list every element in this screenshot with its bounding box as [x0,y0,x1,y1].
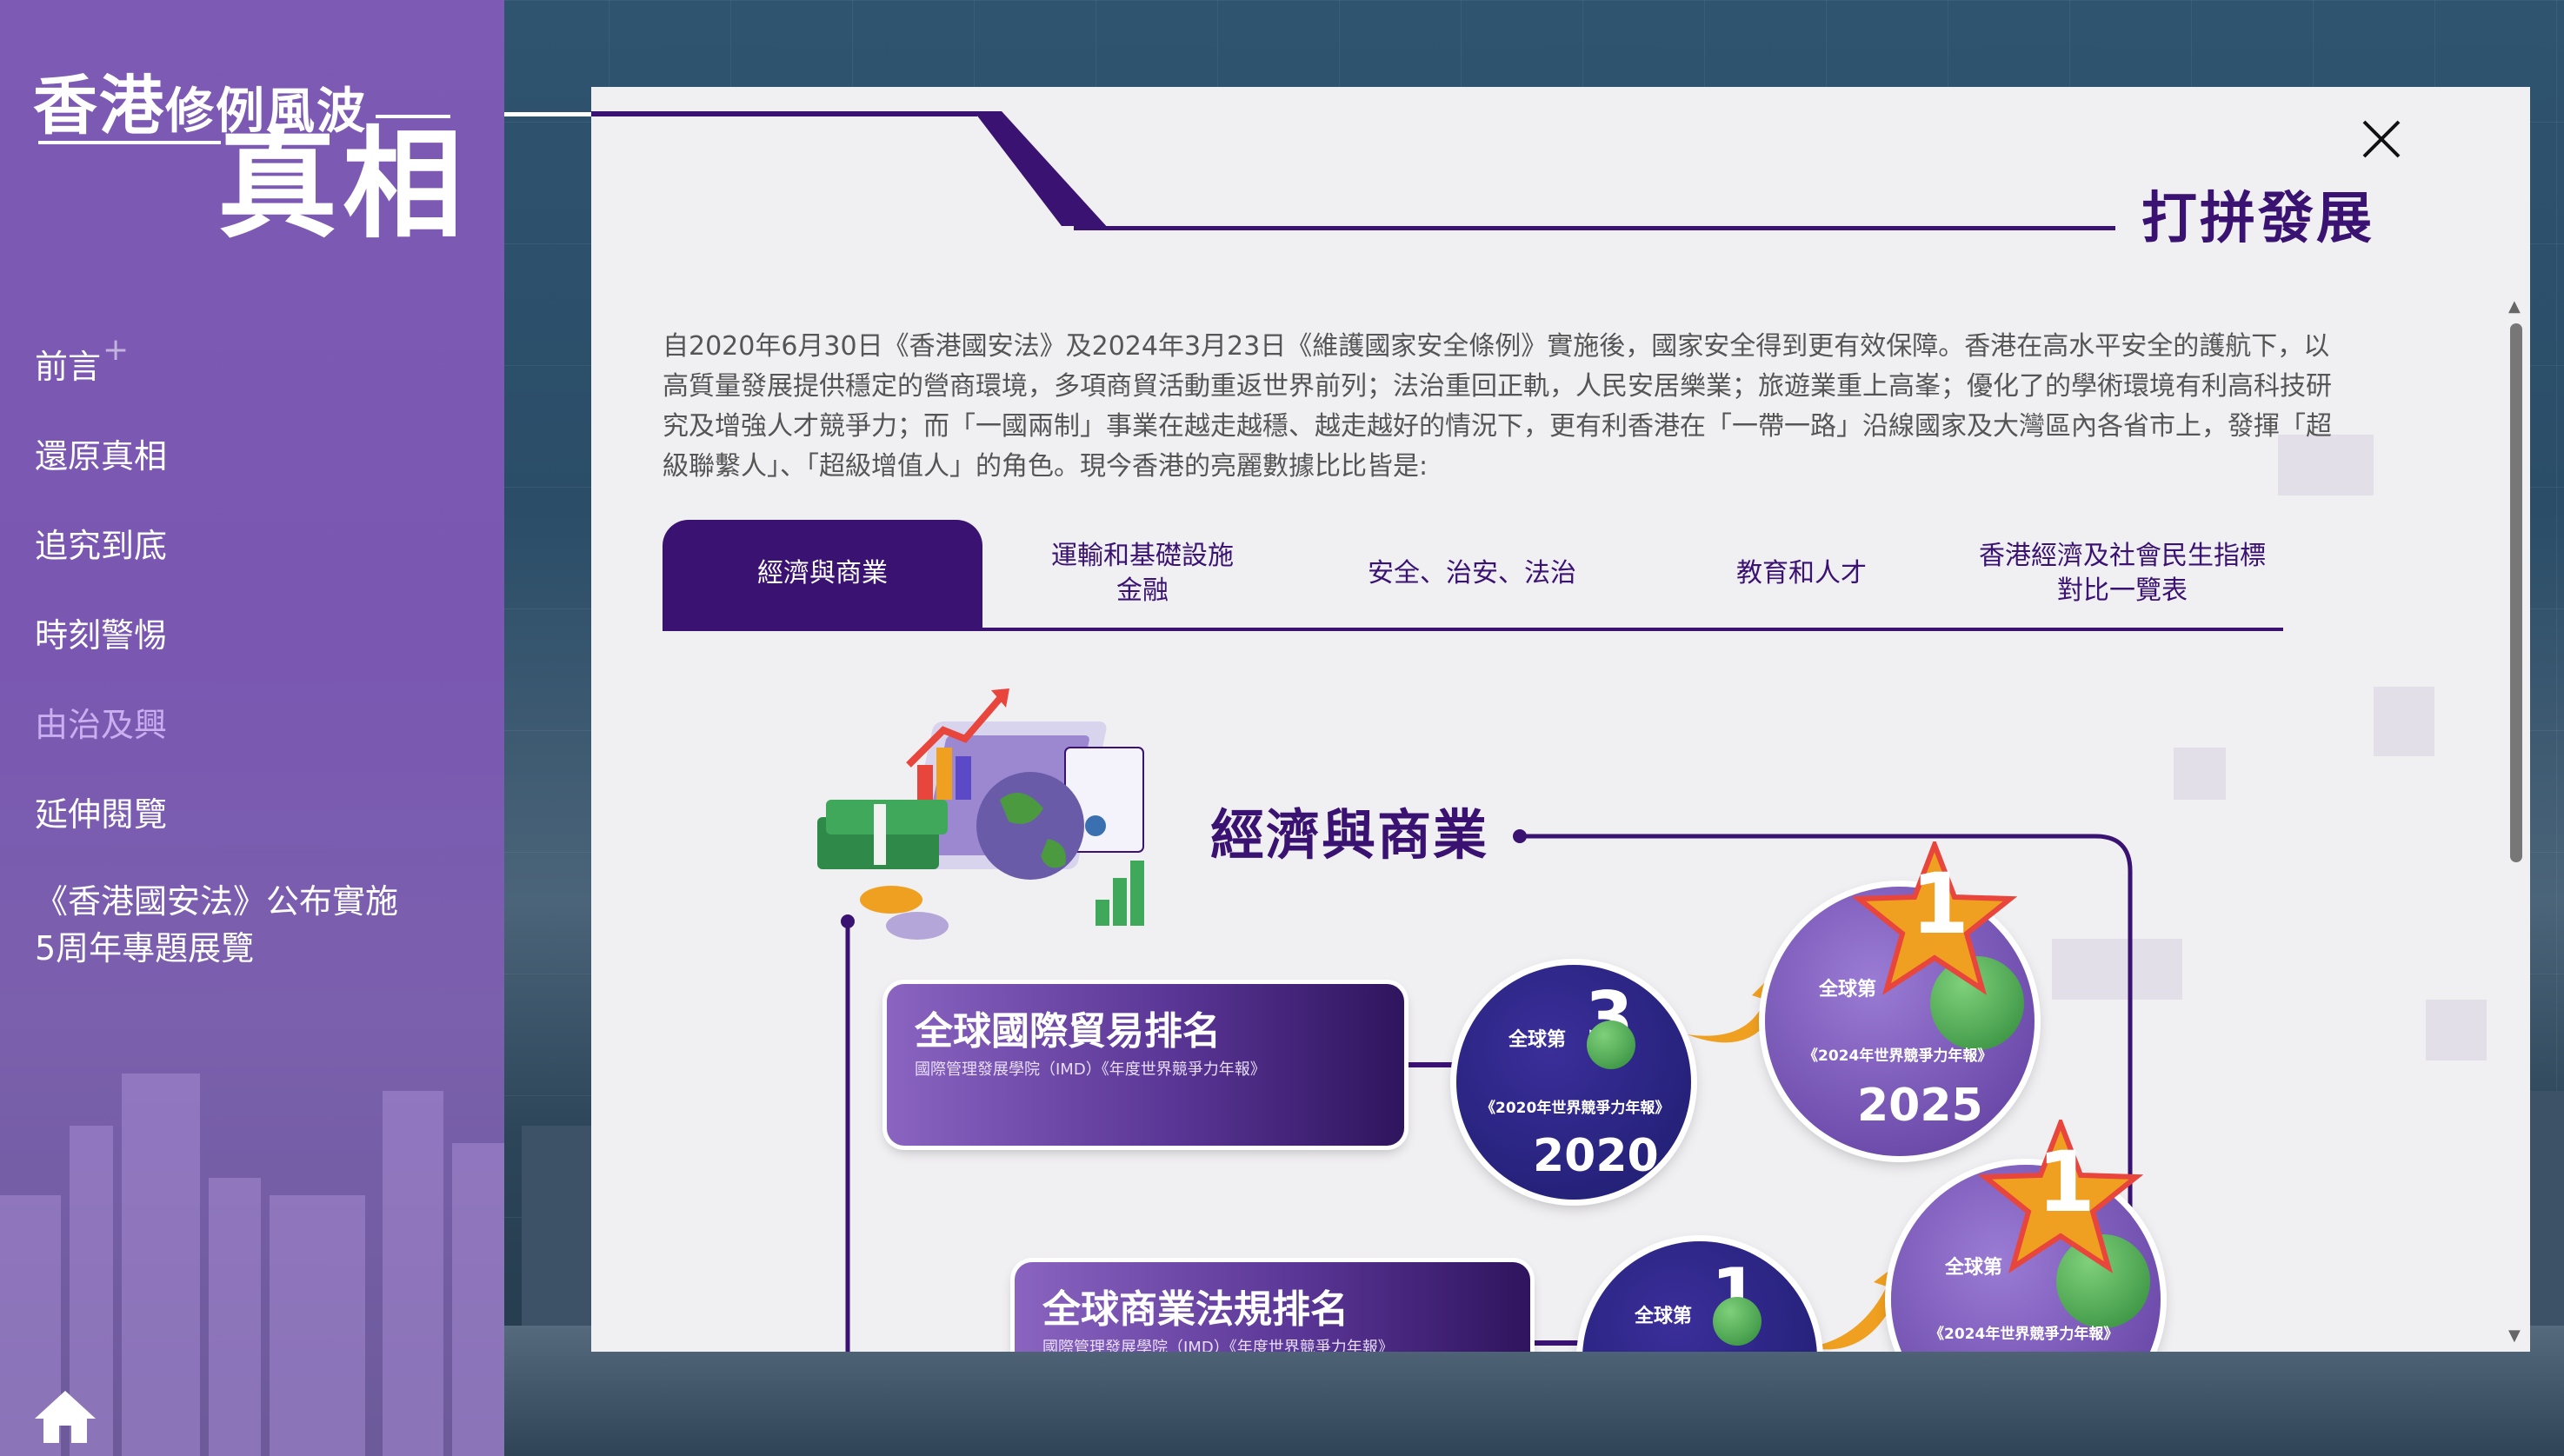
nav-item-exhibition-line2: 5周年專題展覽 [35,929,255,967]
title-decor-line [1074,226,2115,230]
section-title: 經濟與商業 [1210,803,1489,867]
ranking-source: 國際管理發展學院（IMD）《年度世界競爭力年報》 [915,1060,1266,1079]
rank-year: 2020 [1533,1130,1659,1182]
main-nav: 前言 還原真相 追究到底 時刻警惕 由治及興 延伸閱覽 《香港國安法》公布實施 … [35,341,487,972]
nav-item-truth[interactable]: 還原真相 [35,430,487,520]
tab-indicators[interactable]: 香港經濟及社會民生指標 對比一覽表 [1961,520,2283,628]
rank-report: 《2024年世界競爭力年報》 [1929,1326,2119,1343]
logo-line2: 真相 [217,115,469,255]
scroll-up-icon[interactable]: ▲ [2508,297,2521,316]
ranking-title: 全球商業法規排名 [1042,1287,1349,1332]
modal-title: 打拼發展 [2141,187,2374,251]
modal-scrollbar[interactable]: ▲ ▼ [2504,297,2527,1345]
star-rank-number: 1 [2037,1134,2095,1231]
decor-block [2426,1000,2487,1060]
scroll-down-icon[interactable]: ▼ [2508,1326,2521,1345]
nav-item-prosperity[interactable]: 由治及興 [35,699,487,788]
nav-item-extended-reading[interactable]: 延伸閱覽 [35,788,487,878]
nav-item-foreword[interactable]: 前言 [35,341,487,430]
ranking-title: 全球國際貿易排名 [915,1009,1221,1054]
economy-infographic: 經濟與商業 全球國際貿易排名 國際管理發展學院（IMD）《年度世界競爭力年報》 … [809,678,2374,1352]
category-tabs: 經濟與商業 運輸和基礎設施 金融 安全、治安、法治 教育和人才 香港經濟及社會民… [663,520,2283,631]
connector-line [504,112,593,116]
nav-item-accountability[interactable]: 追究到底 [35,520,487,609]
content-modal: 打拼發展 自2020年6月30日《香港國安法》及2024年3月23日《維護國家安… [591,87,2530,1352]
tab-security[interactable]: 安全、治安、法治 [1302,520,1642,628]
tab-economy[interactable]: 經濟與商業 [663,520,982,628]
rank-label: 全球第 [1508,1029,1567,1051]
tab-transport[interactable]: 運輸和基礎設施 金融 [982,520,1302,628]
rank-label: 全球第 [1635,1306,1693,1327]
decor-block [2374,687,2434,756]
ranking-card: 全球商業法規排名 國際管理發展學院（IMD）《年度世界競爭力年報》 [1015,1262,1530,1352]
site-logo[interactable]: 香港修例風波 真相 [33,54,463,245]
globe-icon [1713,1297,1762,1346]
nav-item-exhibition-line1: 《香港國安法》公布實施 [35,882,399,921]
ranking-card: 全球國際貿易排名 國際管理發展學院（IMD）《年度世界競爭力年報》 [887,984,1404,1146]
rank-report: 《2020年世界競爭力年報》 [1481,1100,1670,1117]
sidebar-skyline [0,969,504,1456]
economy-illustration [817,688,1144,940]
close-icon[interactable] [2359,116,2404,162]
sidebar: + + 香港修例風波 真相 前言 還原真相 追究到底 時刻警惕 由治及興 延伸閱… [0,0,504,1456]
logo-rule [38,141,221,144]
tab-education[interactable]: 教育和人才 [1642,520,1961,628]
home-icon[interactable] [33,1387,97,1445]
intro-paragraph: 自2020年6月30日《香港國安法》及2024年3月23日《維護國家安全條例》實… [663,331,2332,482]
scrollbar-thumb[interactable] [2510,323,2522,862]
globe-icon [1587,1021,1635,1069]
rank-year: 2025 [1857,1080,1983,1132]
nav-item-exhibition[interactable]: 《香港國安法》公布實施 5周年專題展覽 [35,878,487,972]
star-rank-number: 1 [1911,855,1969,953]
nav-item-vigilance[interactable]: 時刻警惕 [35,609,487,699]
title-decor-line [591,111,1107,226]
rank-badge-2020: 全球第 3 《2020年世界競爭力年報》 2020 [1456,965,1691,1200]
ranking-source: 國際管理發展學院（IMD）《年度世界競爭力年報》 [1042,1339,1394,1352]
rank-report: 《2024年世界競爭力年報》 [1803,1047,1993,1065]
